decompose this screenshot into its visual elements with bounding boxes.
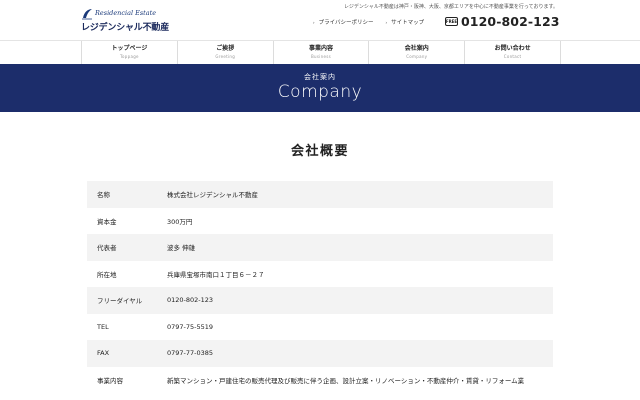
chevron-right-icon: › xyxy=(313,19,315,25)
row-label: 代表者 xyxy=(97,244,117,253)
nav-item-business[interactable]: 事業内容 Business xyxy=(272,41,369,64)
row-value: 0797-75-5519 xyxy=(167,322,214,331)
table-row: フリーダイヤル 0120-802-123 xyxy=(87,287,553,314)
row-label: 所在地 xyxy=(97,270,117,279)
row-value: 株式会社レジデンシャル不動産 xyxy=(167,191,258,200)
nav-label-jp: ご挨拶 xyxy=(216,45,235,52)
table-row: TEL 0797-75-5519 xyxy=(87,313,553,340)
row-label: フリーダイヤル xyxy=(97,297,143,306)
nav-label-en: Greeting xyxy=(215,54,236,59)
nav-label-en: Contact xyxy=(503,54,522,59)
section-title: 会社概要 xyxy=(290,144,349,159)
phone-number: 0120-802-123 xyxy=(461,14,560,29)
sitemap-label: サイトマップ xyxy=(391,20,425,26)
logo-text-en: Residencial Estate xyxy=(95,9,157,17)
row-value: 波多 伸雄 xyxy=(167,244,196,253)
table-row: 代表者 波多 伸雄 xyxy=(87,234,553,261)
nav-label-en: Toppage xyxy=(119,54,139,59)
banner-title-en: Company xyxy=(277,82,363,102)
company-profile-table: 名称 株式会社レジデンシャル不動産 資本金 300万円 代表者 波多 伸雄 所在… xyxy=(87,181,553,393)
row-value: 0120-802-123 xyxy=(167,296,214,305)
nav-label-jp: 事業内容 xyxy=(308,45,333,52)
row-label: 事業内容 xyxy=(97,376,123,385)
privacy-policy-link[interactable]: › プライバシーポリシー xyxy=(313,18,374,27)
nav-item-greeting[interactable]: ご挨拶 Greeting xyxy=(176,41,273,64)
nav-label-jp: 会社案内 xyxy=(404,45,429,52)
nav-item-company[interactable]: 会社案内 Company xyxy=(368,41,464,64)
header-links: › プライバシーポリシー › サイトマップ xyxy=(313,18,425,27)
table-row: FAX 0797-77-0385 xyxy=(87,340,553,367)
logo-text-jp: レジデンシャル不動産 xyxy=(81,23,170,33)
chevron-right-icon: › xyxy=(385,19,388,25)
row-label: TEL xyxy=(97,322,109,331)
table-row: 資本金 300万円 xyxy=(87,207,553,234)
free-dial-icon: FREE xyxy=(445,17,458,26)
site-logo[interactable]: Residencial Estate レジデンシャル不動産 xyxy=(81,8,171,33)
free-dial[interactable]: FREE 0120-802-123 xyxy=(445,14,560,29)
sitemap-link[interactable]: › サイトマップ xyxy=(385,18,425,27)
nav-item-toppage[interactable]: トップページ Toppage xyxy=(81,41,177,64)
row-label: 資本金 xyxy=(97,217,117,226)
row-value: 300万円 xyxy=(167,217,193,226)
banner-title-jp: 会社案内 xyxy=(304,73,336,81)
logo-mark-icon xyxy=(82,9,92,20)
table-row: 所在地 兵庫県宝塚市南口１丁目６－２７ xyxy=(87,260,553,287)
row-value: 0797-77-0385 xyxy=(167,349,214,358)
privacy-policy-label: プライバシーポリシー xyxy=(318,20,374,26)
table-row: 事業内容 新築マンション・戸建住宅の販売代理及び販売に伴う企画、設計立案・リノベ… xyxy=(87,366,553,393)
row-value: 兵庫県宝塚市南口１丁目６－２７ xyxy=(167,270,265,279)
nav-label-jp: トップページ xyxy=(111,45,148,52)
nav-label-jp: お問い合わせ xyxy=(494,45,531,52)
table-row: 名称 株式会社レジデンシャル不動産 xyxy=(87,181,553,208)
global-nav: トップページ Toppage ご挨拶 Greeting 事業内容 Busines… xyxy=(0,40,640,64)
nav-label-en: Company xyxy=(406,54,428,59)
header-tagline: レジデンシャル不動産は神戸・阪神、大阪、京都エリアを中心に不動産事業を行っており… xyxy=(343,4,558,10)
nav-label-en: Business xyxy=(310,54,332,59)
row-label: FAX xyxy=(97,349,110,358)
nav-item-contact[interactable]: お問い合わせ Contact xyxy=(464,41,561,64)
page-banner: 会社案内 Company xyxy=(0,64,640,112)
row-label: 名称 xyxy=(97,191,110,200)
row-value: 新築マンション・戸建住宅の販売代理及び販売に伴う企画、設計立案・リノベーション・… xyxy=(167,376,525,385)
